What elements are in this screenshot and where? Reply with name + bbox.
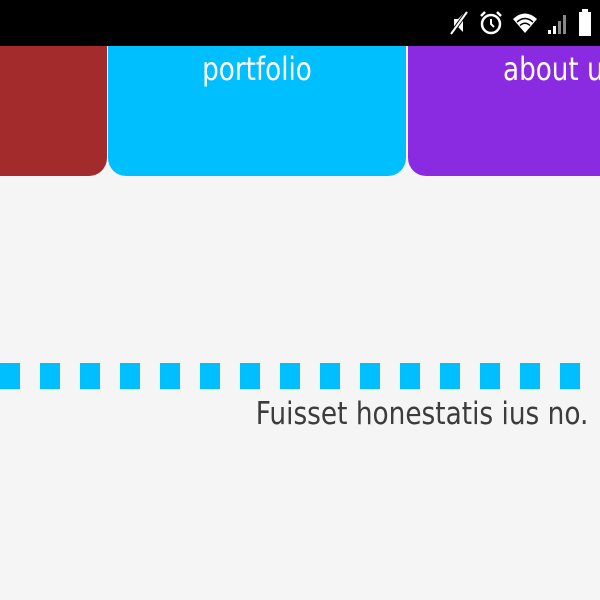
status-icons [448,8,592,38]
divider-dash [80,363,100,389]
app-screen: portfolio about us Fuisset honestatis iu… [0,0,600,600]
signal-icon [547,11,569,35]
body-text: Fuisset honestatis ius no. [255,396,588,432]
divider-dash [120,363,140,389]
divider-dash [440,363,460,389]
divider-dash [560,363,580,389]
divider-dash [280,363,300,389]
divider-dash [240,363,260,389]
tab-label: about us [503,50,600,88]
tab-home[interactable] [0,46,107,176]
divider-dash [520,363,540,389]
mute-icon [448,10,470,36]
divider-dash [160,363,180,389]
divider-dash [0,363,20,389]
status-bar [0,0,600,46]
tab-portfolio[interactable]: portfolio [108,46,406,176]
wifi-icon [512,11,538,35]
alarm-icon [479,10,503,36]
divider-dash [360,363,380,389]
divider-dash [320,363,340,389]
divider-dash [200,363,220,389]
tab-label: portfolio [202,50,312,88]
dashed-divider [0,363,600,389]
tab-about-us[interactable]: about us [408,46,600,176]
divider-dash [480,363,500,389]
battery-icon [578,9,592,37]
divider-dash [40,363,60,389]
divider-dash [400,363,420,389]
